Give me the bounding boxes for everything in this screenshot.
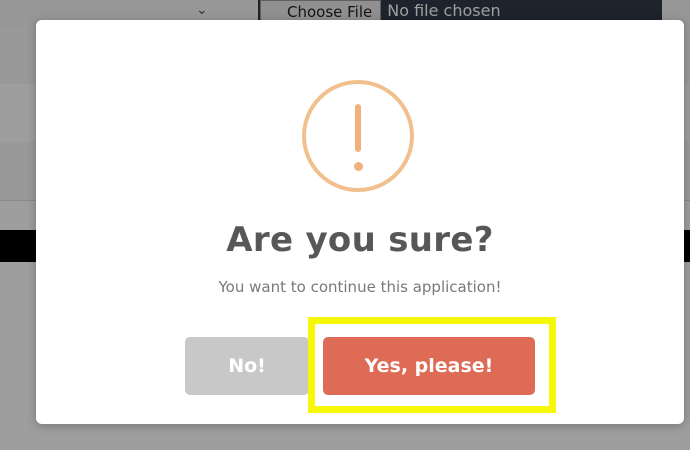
confirm-button-highlight — [308, 317, 556, 413]
dialog-message: You want to continue this application! — [218, 278, 502, 296]
page: ⌄ Choose File No file chosen Are you sur… — [0, 0, 690, 450]
confirm-dialog: Are you sure? You want to continue this … — [36, 20, 684, 424]
dialog-title: Are you sure? — [226, 220, 494, 260]
exclamation-circle-icon — [302, 80, 414, 192]
exclamation-bar — [355, 104, 361, 152]
exclamation-dot — [353, 162, 363, 171]
cancel-button[interactable]: No! — [185, 337, 309, 395]
